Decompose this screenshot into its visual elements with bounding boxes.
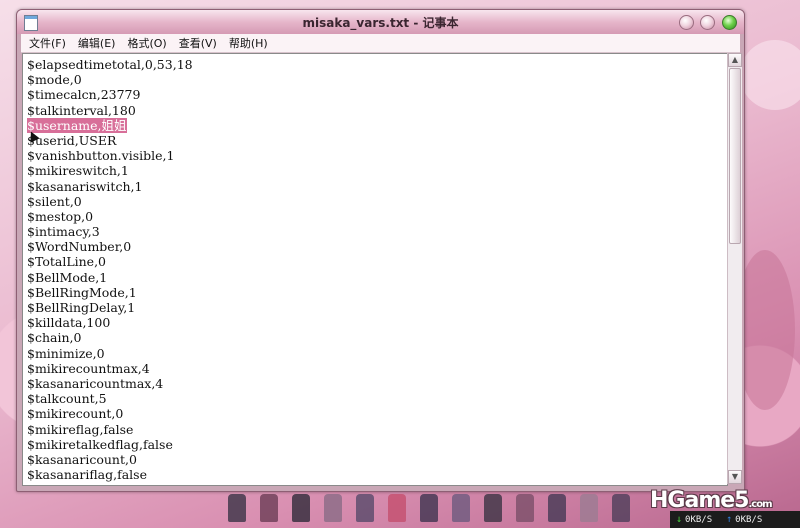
text-line[interactable]: $elapsedtimetotal,0,53,18 <box>27 57 727 72</box>
text-line[interactable]: $kasanaricount,0 <box>27 452 727 467</box>
download-arrow-icon: ↓ <box>676 514 683 525</box>
text-line-content: $talkcount,5 <box>27 391 107 407</box>
vertical-scrollbar[interactable]: ▲ ▼ <box>727 53 742 484</box>
text-line-content: $TotalLine,0 <box>27 254 106 270</box>
menu-edit[interactable]: 编辑(E) <box>78 35 116 51</box>
menu-bar: 文件(F) 编辑(E) 格式(O) 查看(V) 帮助(H) <box>21 34 740 53</box>
text-line-content: $WordNumber,0 <box>27 239 132 255</box>
desktop-figure-icon <box>388 494 406 522</box>
text-line-content: $username,姐姐 <box>27 117 127 133</box>
text-line[interactable]: $chain,0 <box>27 330 727 345</box>
minimize-icon[interactable] <box>679 15 694 30</box>
text-editor[interactable]: $elapsedtimetotal,0,53,18 $mode,0 $timecal… <box>22 53 728 486</box>
text-line[interactable]: $kasanariflag,false <box>27 467 727 482</box>
text-line[interactable]: $mikireflag,false <box>27 422 727 437</box>
text-line-content: $kasanariswitch,1 <box>27 178 143 194</box>
text-line-content: $chain,0 <box>27 330 82 346</box>
upload-speed: 0KB/S <box>735 514 763 525</box>
text-line[interactable]: $TotalLine,0 <box>27 254 727 269</box>
text-line-content: $timecalcn,23779 <box>27 87 141 103</box>
text-line-content: $mikirecountmax,4 <box>27 360 150 376</box>
download-speed: 0KB/S <box>685 514 713 525</box>
menu-help[interactable]: 帮助(H) <box>229 35 268 51</box>
text-line[interactable]: $mode,0 <box>27 72 727 87</box>
window-title: misaka_vars.txt - 记事本 <box>302 16 459 30</box>
text-line[interactable]: $WordNumber,0 <box>27 239 727 254</box>
text-line[interactable]: $kasanaricountmax,4 <box>27 376 727 391</box>
text-line-content: $intimacy,3 <box>27 224 100 240</box>
desktop-figure-icon <box>516 494 534 522</box>
text-line[interactable]: $minimize,0 <box>27 346 727 361</box>
desktop-figure-icon <box>356 494 374 522</box>
menu-file[interactable]: 文件(F) <box>29 35 66 51</box>
text-line-content: $mikireswitch,1 <box>27 163 129 179</box>
text-line[interactable]: $BellMode,1 <box>27 270 727 285</box>
text-line[interactable]: $killdata,100 <box>27 315 727 330</box>
desktop-figure-icon <box>260 494 278 522</box>
text-line-content: $elapsedtimetotal,0,53,18 <box>27 57 193 72</box>
desktop-figure-icon <box>228 494 246 522</box>
desktop-figure-icon <box>580 494 598 522</box>
text-line-content: $mode,0 <box>27 72 82 88</box>
text-line[interactable]: $talkcount,5 <box>27 391 727 406</box>
desktop-figure-icon <box>420 494 438 522</box>
site-watermark: HGame5.com <box>650 488 773 513</box>
scroll-thumb[interactable] <box>729 68 741 244</box>
text-line-content: $kasanaricount,0 <box>27 451 137 467</box>
text-line-content: $BellRingDelay,1 <box>27 300 136 315</box>
text-line[interactable]: $kasanariswitch,1 <box>27 179 727 194</box>
text-line-content: $mikiretalkedflag,false <box>27 436 173 452</box>
text-line[interactable]: $BellRingDelay,1 <box>27 300 727 315</box>
text-line-content: $killdata,100 <box>27 315 111 331</box>
text-line-content: $minimize,0 <box>27 345 105 361</box>
text-line[interactable]: $mestop,0 <box>27 209 727 224</box>
text-line[interactable]: $talkinterval,180 <box>27 103 727 118</box>
scroll-up-icon[interactable]: ▲ <box>728 53 742 67</box>
text-line-content: $kasanaricountmax,4 <box>27 375 164 391</box>
desktop-figure-icon <box>324 494 342 522</box>
wallpaper-decoration <box>740 40 800 110</box>
notepad-window: misaka_vars.txt - 记事本 文件(F) 编辑(E) 格式(O) … <box>16 9 745 492</box>
text-line-content: $vanishbutton.visible,1 <box>27 148 175 164</box>
text-line-content: $talkinterval,180 <box>27 102 136 118</box>
text-line[interactable]: $vanishbutton.visible,1 <box>27 148 727 163</box>
text-line-content: $BellMode,1 <box>27 269 108 285</box>
text-line-content: $silent,0 <box>27 193 82 209</box>
text-line-content: $mestop,0 <box>27 208 94 224</box>
network-speed-bar: ↓ 0KB/S ↑ 0KB/S <box>670 511 800 528</box>
desktop-figure-icon <box>612 494 630 522</box>
text-line[interactable]: $mikirecountmax,4 <box>27 361 727 376</box>
text-line-content: $userid,USER <box>27 132 117 148</box>
text-line-content: $BellRingMode,1 <box>27 284 137 300</box>
text-line-content: $kasanariflag,false <box>27 467 147 483</box>
text-line[interactable]: $username,姐姐 <box>27 117 727 133</box>
text-line[interactable]: $userid,USER <box>27 133 727 148</box>
text-line-content: $mikireflag,false <box>27 421 134 437</box>
desktop-figure-icon <box>484 494 502 522</box>
text-line-content: $mikirecount,0 <box>27 406 124 422</box>
text-line[interactable]: $mikirecount,0 <box>27 406 727 421</box>
upload-arrow-icon: ↑ <box>726 514 733 525</box>
desktop-figure-icon <box>548 494 566 522</box>
menu-view[interactable]: 查看(V) <box>179 35 217 51</box>
editor-lines[interactable]: $elapsedtimetotal,0,53,18 $mode,0 $timecal… <box>23 54 727 482</box>
desktop-figure-icon <box>292 494 310 522</box>
title-bar[interactable]: misaka_vars.txt - 记事本 <box>17 10 744 34</box>
desktop-figure-icon <box>452 494 470 522</box>
text-line[interactable]: $mikireswitch,1 <box>27 163 727 178</box>
menu-format[interactable]: 格式(O) <box>127 35 166 51</box>
text-line[interactable]: $intimacy,3 <box>27 224 727 239</box>
close-icon[interactable] <box>722 15 737 30</box>
scroll-down-icon[interactable]: ▼ <box>728 470 742 484</box>
maximize-icon[interactable] <box>700 15 715 30</box>
text-line[interactable]: $silent,0 <box>27 194 727 209</box>
text-line[interactable]: $BellRingMode,1 <box>27 285 727 300</box>
text-line[interactable]: $mikiretalkedflag,false <box>27 437 727 452</box>
text-line[interactable]: $timecalcn,23779 <box>27 87 727 102</box>
